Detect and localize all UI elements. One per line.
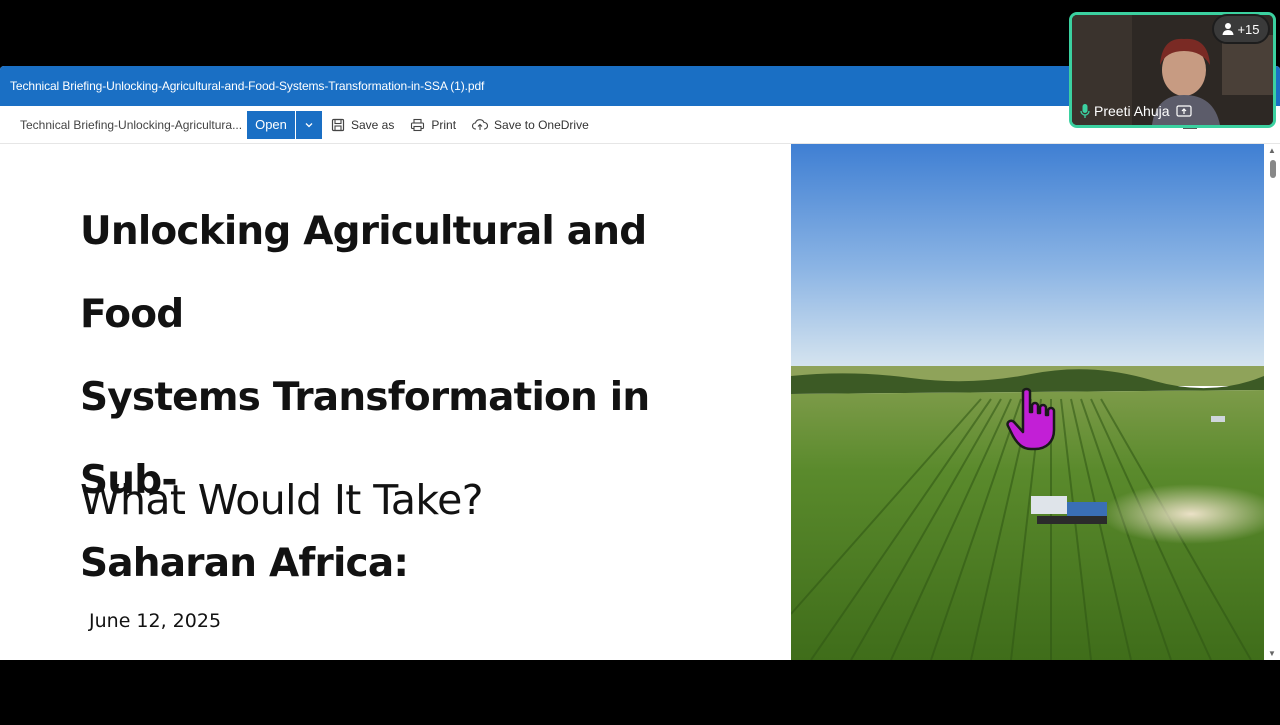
scroll-down-arrow[interactable]: ▼: [1268, 649, 1276, 658]
hand-cursor-icon: [1006, 387, 1056, 451]
toolbar-file-name: Technical Briefing-Unlocking-Agricultura…: [20, 117, 243, 132]
scroll-up-arrow[interactable]: ▲: [1268, 146, 1276, 155]
participant-count: +15: [1237, 21, 1260, 37]
participant-name: Preeti Ahuja: [1094, 103, 1170, 119]
document-date: June 12, 2025: [89, 610, 222, 632]
person-icon: [1222, 23, 1234, 35]
cloud-upload-icon: [472, 119, 489, 130]
vertical-scrollbar[interactable]: ▲ ▼: [1265, 144, 1280, 660]
print-icon: [411, 118, 425, 131]
print-button[interactable]: Print: [410, 118, 456, 132]
print-label: Print: [431, 117, 457, 132]
mic-icon: [1080, 104, 1090, 118]
save-to-onedrive-button[interactable]: Save to OneDrive: [472, 118, 589, 132]
save-as-button[interactable]: Save as: [331, 118, 394, 132]
participant-name-tag: Preeti Ahuja: [1080, 103, 1192, 119]
open-options-button[interactable]: [296, 110, 322, 139]
participant-count-badge[interactable]: +15: [1212, 14, 1270, 44]
screen-share-icon: [1175, 104, 1192, 117]
pdf-page: Unlocking Agricultural and Food Systems …: [5, 144, 1264, 660]
save-icon: [331, 118, 345, 131]
scroll-thumb[interactable]: [1270, 160, 1276, 178]
open-button[interactable]: Open: [247, 110, 295, 139]
save-as-label: Save as: [351, 117, 395, 132]
document-title: Unlocking Agricultural and Food Systems …: [80, 190, 740, 605]
save-to-onedrive-label: Save to OneDrive: [494, 117, 589, 132]
title-line-3: Saharan Africa:: [80, 541, 409, 586]
document-subtitle: What Would It Take?: [80, 476, 483, 524]
chevron-down-icon: [305, 122, 313, 127]
title-line-1: Unlocking Agricultural and Food: [80, 209, 647, 337]
